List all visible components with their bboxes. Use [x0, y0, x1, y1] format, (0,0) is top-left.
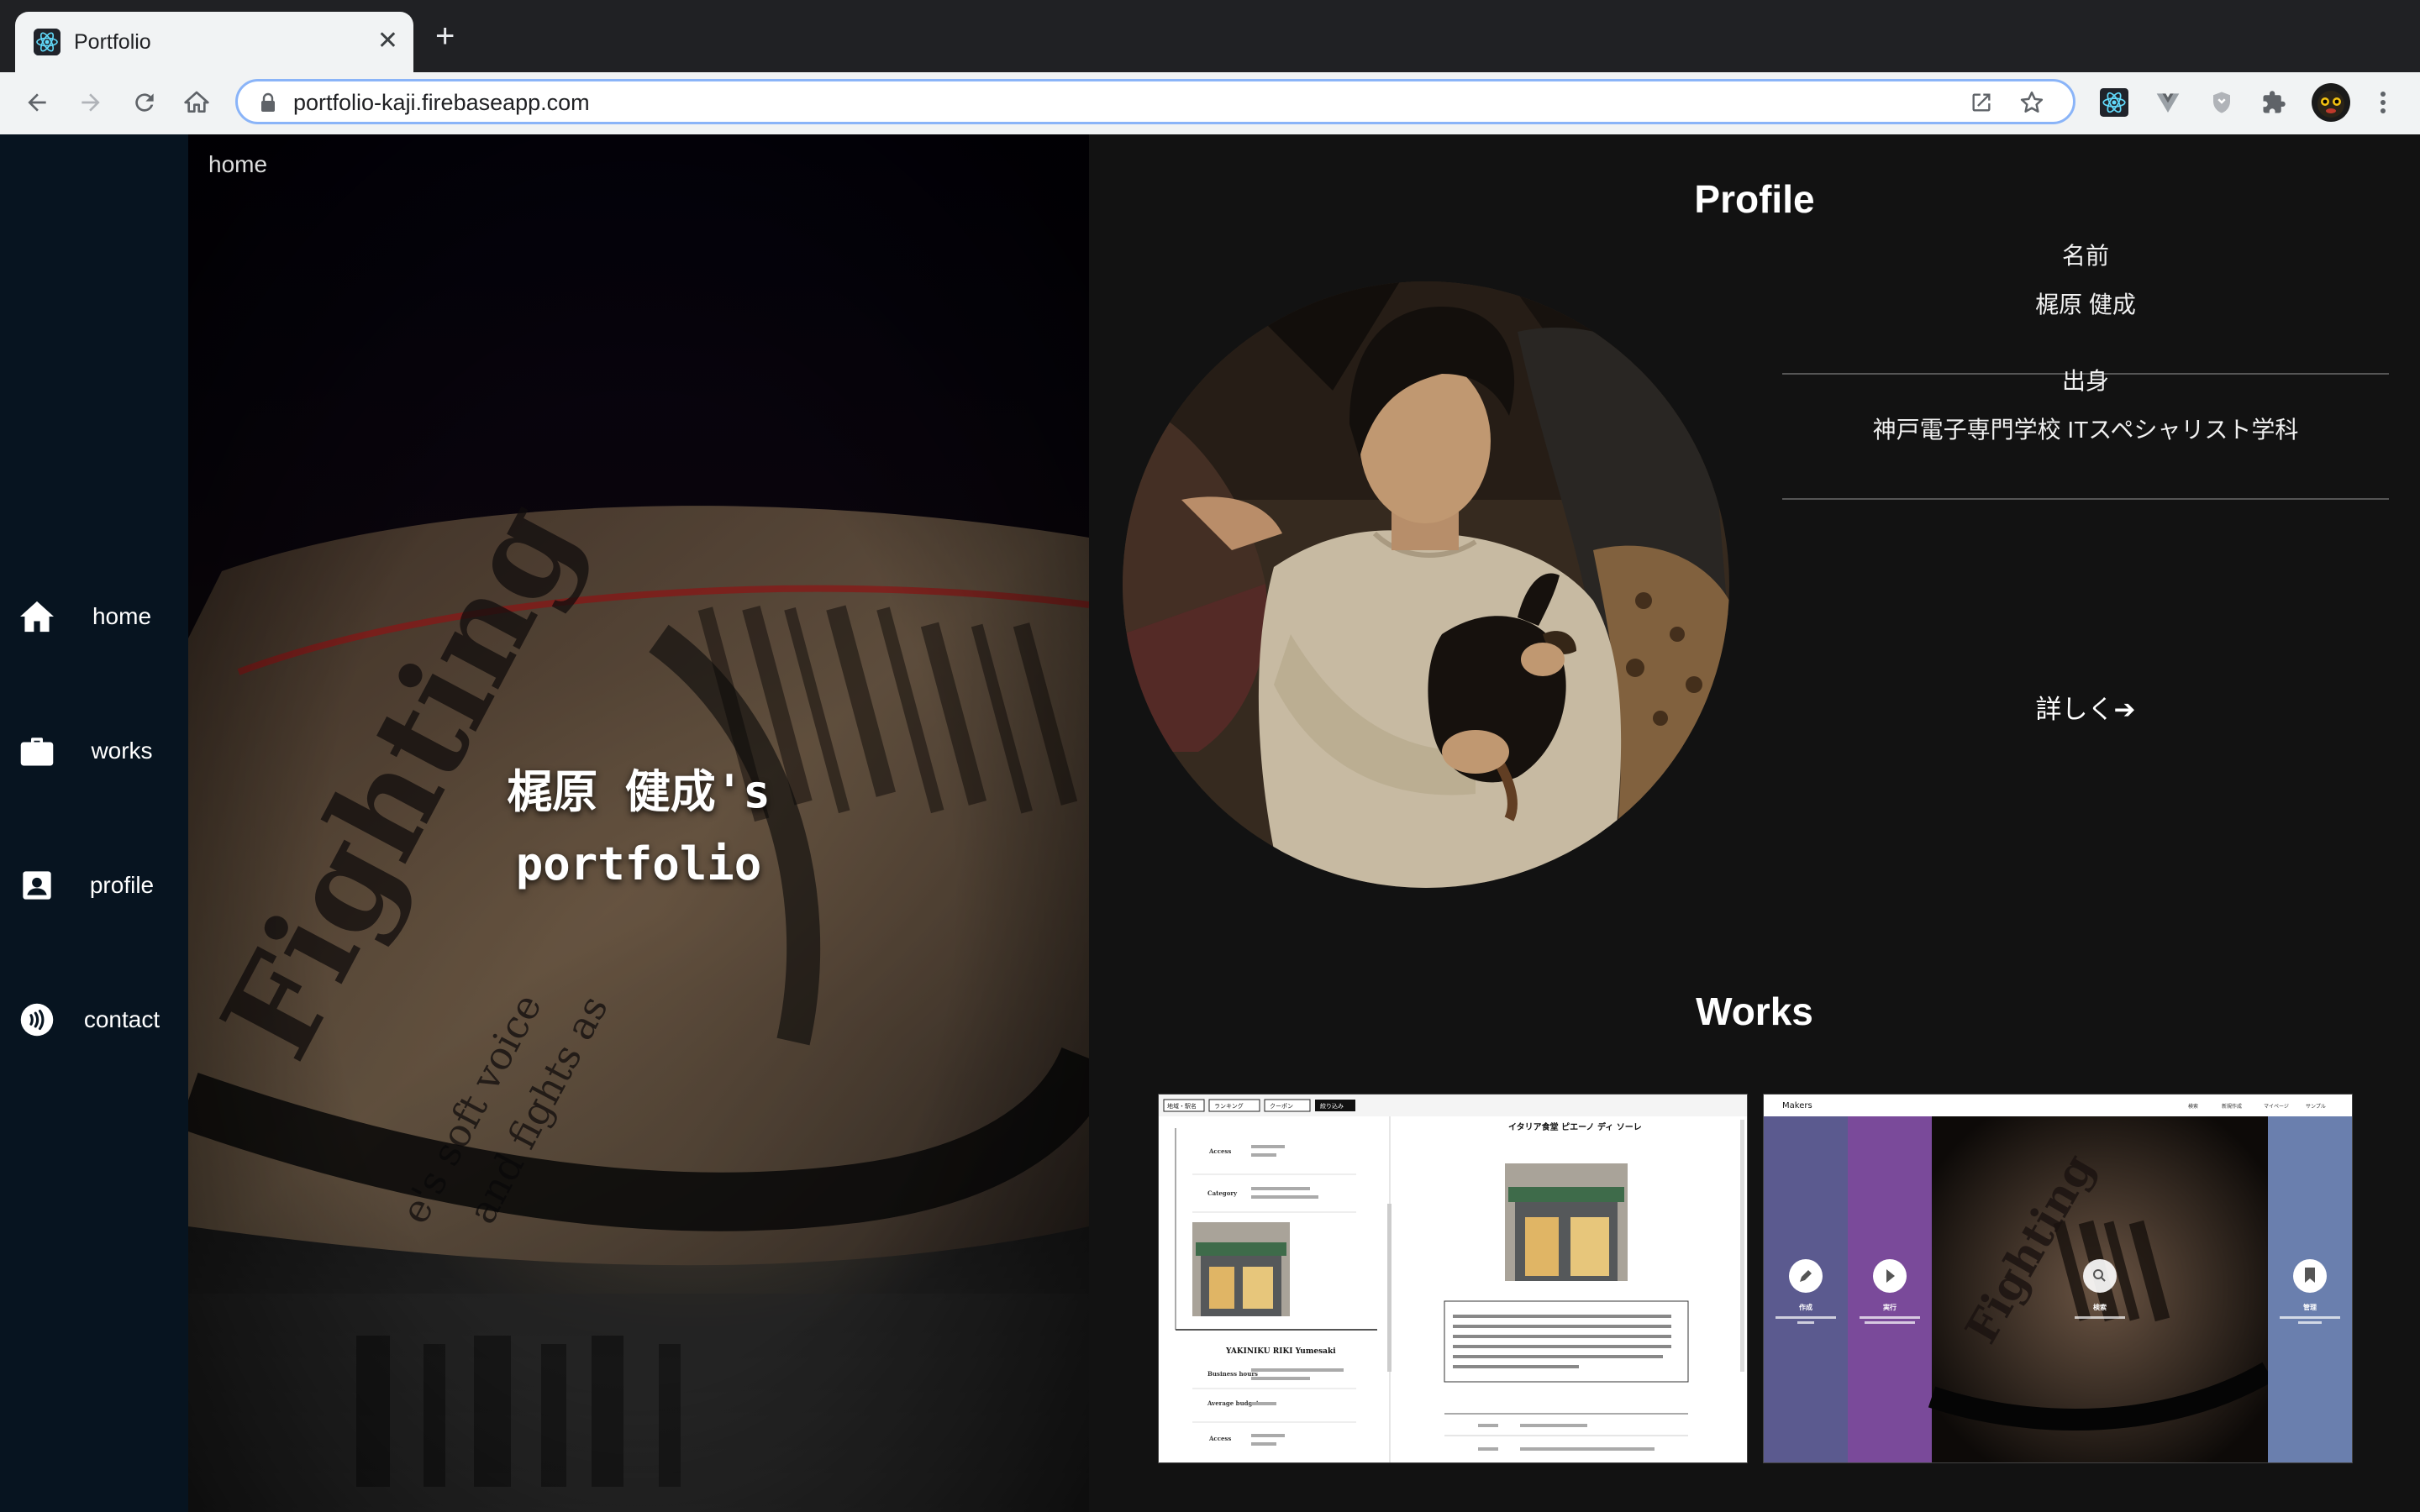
browser-toolbar: portfolio-kaji.firebaseapp.com	[0, 72, 2420, 135]
browser-menu-icon[interactable]	[2366, 86, 2400, 119]
briefcase-icon	[18, 732, 55, 769]
lock-icon	[260, 92, 276, 117]
sidebar: home works profile contact	[0, 134, 188, 1512]
profile-photo	[1123, 281, 1729, 888]
card1-label-access2: Access	[1208, 1435, 1231, 1442]
name-value: 梶原 健成	[2035, 291, 2136, 318]
open-in-new-icon[interactable]	[1969, 90, 1994, 115]
hero-section: Fighting e's soft voice and fights as ho…	[188, 134, 1089, 1512]
name-info: 名前	[1782, 238, 2389, 271]
page-title-line2: portfolio	[515, 837, 762, 890]
page-title-line1: 梶原 健成's	[507, 765, 771, 818]
card1-tab-area: 地域・駅名	[1167, 1102, 1197, 1110]
work-card-makers-site[interactable]: Makers 検索 新規作成 マイページ サンプル Fighting 作成 実行…	[1763, 1094, 2353, 1463]
origin-value-wrap: 神戸電子専門学校 ITスペシャリスト学科	[1782, 412, 2389, 445]
card1-label-category: Category	[1207, 1189, 1238, 1197]
card1-label-hours: Business hours	[1207, 1370, 1258, 1378]
home-icon	[18, 598, 55, 635]
bookmark-star-icon[interactable]	[2019, 90, 2044, 115]
card2-panel-manage: 管理	[2303, 1303, 2317, 1311]
browser-tab-strip: Portfolio ✕ +	[0, 0, 2420, 72]
works-heading: Works	[1696, 990, 1813, 1033]
card2-brand: Makers	[1782, 1101, 1812, 1110]
reload-icon[interactable]	[126, 84, 163, 121]
card2-menu-mypage: マイページ	[2264, 1104, 2289, 1110]
card1-left-heading: YAKINIKU RIKI Yumesaki	[1225, 1347, 1336, 1356]
sidebar-item-label: home	[92, 603, 152, 629]
card2-menu-sample: サンプル	[2306, 1104, 2326, 1110]
breadcrumb: home	[208, 151, 268, 177]
react-favicon-icon	[34, 29, 60, 55]
sidebar-item-label: works	[91, 738, 153, 764]
home-icon[interactable]	[178, 84, 215, 121]
browser-tab[interactable]: Portfolio ✕	[15, 12, 413, 72]
name-label: 名前	[2061, 243, 2109, 269]
extensions-puzzle-icon[interactable]	[2257, 86, 2291, 119]
sidebar-item-contact[interactable]: contact	[0, 986, 188, 1053]
tab-close-icon[interactable]: ✕	[377, 27, 398, 55]
profile-heading: Profile	[1694, 177, 1815, 221]
card1-tab-coupon: クーポン	[1270, 1103, 1293, 1110]
name-value-wrap: 梶原 健成	[1782, 286, 2389, 320]
address-bar[interactable]: portfolio-kaji.firebaseapp.com	[235, 79, 2075, 124]
forward-icon[interactable]	[72, 84, 109, 121]
contactless-icon	[18, 1001, 55, 1038]
react-devtools-extension-icon[interactable]	[2097, 86, 2131, 119]
url-text: portfolio-kaji.firebaseapp.com	[293, 90, 590, 115]
sidebar-item-home[interactable]: home	[0, 583, 188, 650]
page-content: home works profile contact home 梶原 健成's …	[0, 134, 2420, 1512]
new-tab-button[interactable]: +	[435, 19, 455, 53]
card2-panel-search: 検索	[2093, 1303, 2107, 1311]
card2-panel-create: 作成	[1799, 1303, 1812, 1311]
tab-title: Portfolio	[74, 30, 151, 54]
work-card-restaurant-site[interactable]: 地域・駅名 ランキング クーポン 絞り込み Access Category Bu…	[1158, 1094, 1748, 1463]
card1-tab-filter: 絞り込み	[1320, 1102, 1344, 1110]
sidebar-item-works[interactable]: works	[0, 717, 188, 785]
shield-extension-icon[interactable]	[2205, 86, 2238, 119]
card1-tab-ranking: ランキング	[1214, 1102, 1244, 1110]
card1-label-access: Access	[1208, 1147, 1231, 1155]
origin-label: 出身	[2061, 368, 2109, 394]
sidebar-item-profile[interactable]: profile	[0, 852, 188, 919]
card2-panel-run: 実行	[1883, 1303, 1897, 1311]
sidebar-item-label: profile	[89, 872, 155, 898]
card1-right-heading: イタリア食堂 ピエーノ ディ ソーレ	[1508, 1121, 1642, 1132]
card2-menu-search: 検索	[2188, 1103, 2198, 1110]
vue-devtools-extension-icon[interactable]	[2151, 86, 2185, 119]
contact-card-icon	[18, 867, 55, 904]
main-content: Profile 名前 梶原 健成 出身 神戸電子専門学校 ITスペシャリスト学科…	[1089, 134, 2420, 1512]
back-icon[interactable]	[18, 84, 55, 121]
origin-label-wrap: 出身	[1782, 363, 2389, 396]
profile-more-link[interactable]: 詳しく➔	[1782, 688, 2389, 726]
divider	[1782, 498, 2389, 500]
card2-menu-new: 新規作成	[2222, 1103, 2242, 1110]
page-title: 梶原 健成's portfolio	[188, 756, 1089, 900]
sidebar-item-label: contact	[83, 1006, 160, 1032]
origin-value: 神戸電子専門学校 ITスペシャリスト学科	[1872, 417, 2299, 443]
profile-avatar[interactable]	[2311, 82, 2351, 123]
